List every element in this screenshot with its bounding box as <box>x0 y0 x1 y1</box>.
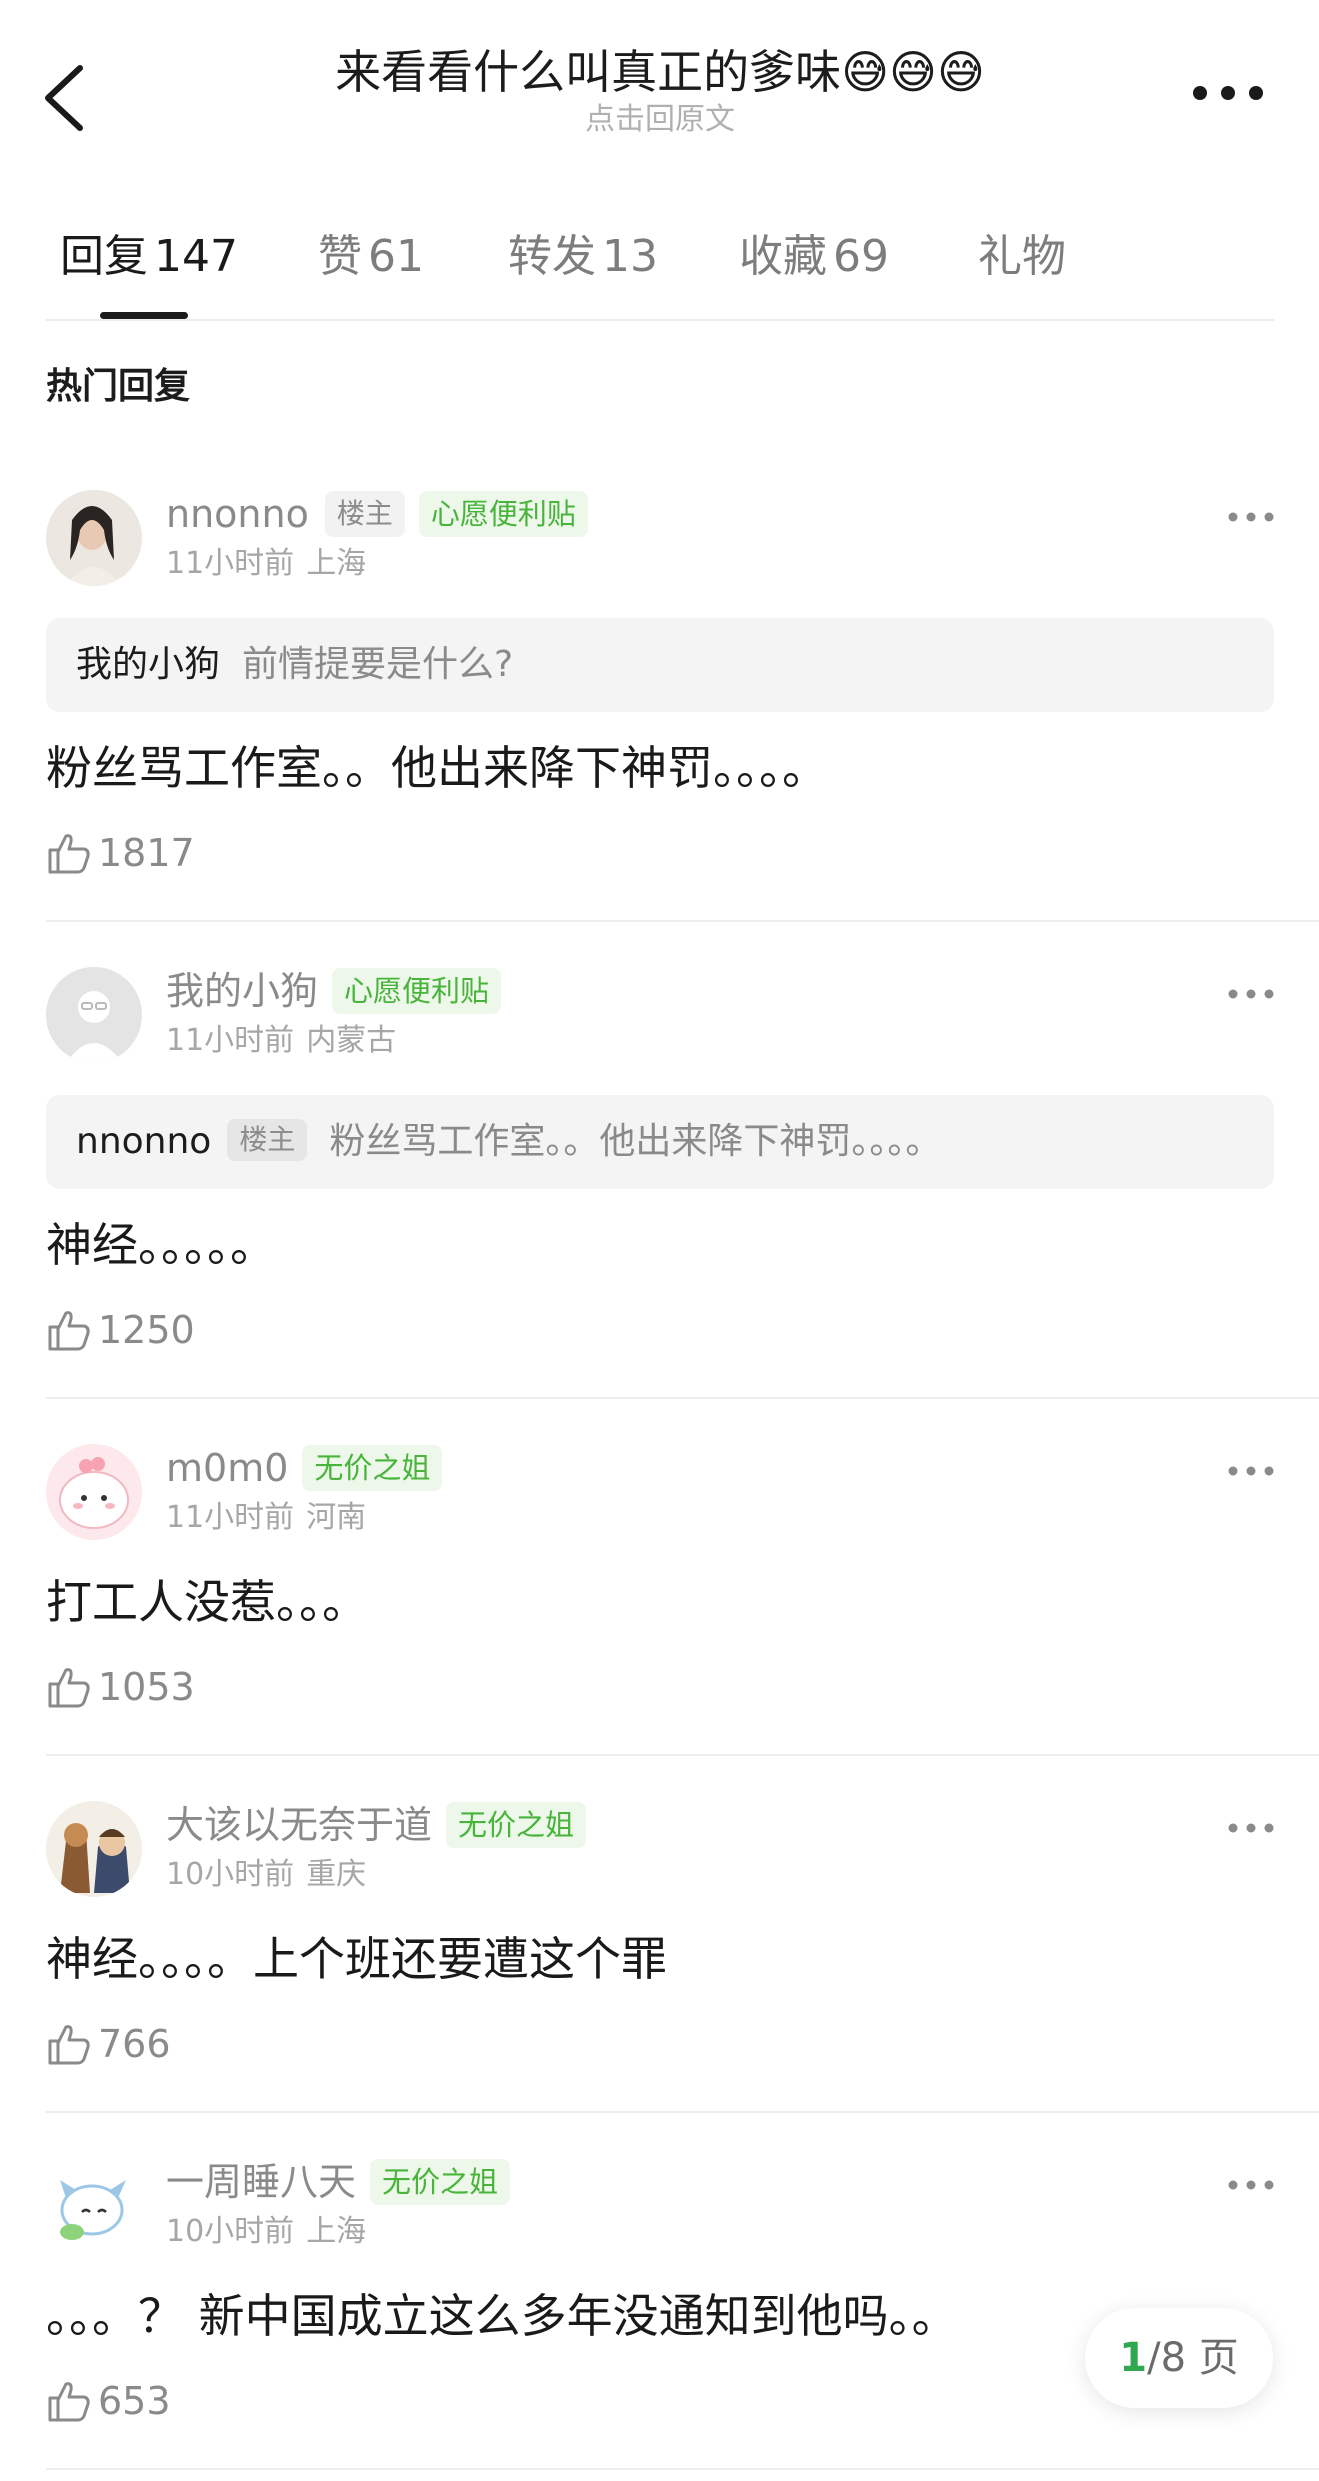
like-button[interactable]: 766 <box>46 2019 171 2069</box>
like-button[interactable]: 1817 <box>46 828 195 878</box>
avatar[interactable] <box>46 967 142 1063</box>
quoted-text: 前情提要是什么? <box>242 644 514 685</box>
comment-more-button[interactable] <box>1228 985 1274 1003</box>
quoted-author: 我的小狗 <box>76 644 221 685</box>
comment-more-button[interactable] <box>1228 508 1274 526</box>
avatar[interactable] <box>46 1444 142 1540</box>
comment-location: 上海 <box>306 2214 367 2249</box>
quoted-reply[interactable]: 我的小狗 前情提要是什么? <box>46 618 1274 712</box>
thumbs-up-icon <box>48 2025 90 2065</box>
comment-divider <box>46 2111 1319 2113</box>
like-count: 1817 <box>98 831 195 875</box>
comment-author: 大该以无奈于道 无价之姐 <box>166 1801 587 1849</box>
comment-text: 打工人没惹。。。 <box>46 1575 368 1629</box>
avatar[interactable] <box>46 2158 142 2254</box>
quoted-reply[interactable]: nnonno 楼主 粉丝骂工作室。。他出来降下神罚。。。。 <box>46 1095 1274 1189</box>
comment-time: 10小时前 <box>166 2214 295 2249</box>
like-count: 766 <box>98 2022 171 2066</box>
page-title[interactable]: 来看看什么叫真正的爹味😅😅😅 <box>180 42 1140 102</box>
chevron-left-icon <box>45 65 83 131</box>
user-badge[interactable]: 心愿便利贴 <box>332 968 502 1014</box>
tab-gifts[interactable]: 礼物 <box>978 222 1066 292</box>
comment-meta: 11小时前 上海 <box>166 544 366 584</box>
like-count: 1250 <box>98 1308 195 1352</box>
tab-replies[interactable]: 回复 147 <box>60 222 238 292</box>
comment-more-button[interactable] <box>1228 1462 1274 1480</box>
comment-divider <box>46 1754 1319 1756</box>
comment-meta: 11小时前 河南 <box>166 1498 366 1538</box>
thumbs-up-icon <box>48 1668 90 1708</box>
owner-badge: 楼主 <box>324 491 405 537</box>
like-count: 653 <box>98 2379 171 2423</box>
comment-location: 上海 <box>306 546 367 581</box>
comment-text: 粉丝骂工作室。。他出来降下神罚。。。。 <box>46 741 828 795</box>
comment-divider <box>46 1397 1319 1399</box>
comment-author: 一周睡八天 无价之姐 <box>166 2158 511 2206</box>
username[interactable]: m0m0 <box>166 1444 288 1492</box>
comment-divider <box>46 920 1319 922</box>
more-icon <box>1228 1823 1274 1833</box>
more-icon <box>1193 86 1263 100</box>
active-tab-indicator <box>100 312 188 319</box>
comment-author: nnonno 楼主 心愿便利贴 <box>166 490 588 538</box>
comment-text: 。。。？ 新中国成立这么多年没通知到他吗。。 <box>46 2289 958 2343</box>
comment-divider <box>46 2468 1319 2470</box>
more-options-button[interactable] <box>1190 76 1266 110</box>
page-indicator[interactable]: 1/8 页 <box>1085 2308 1273 2408</box>
comment-text: 神经。。。。。 <box>46 1218 276 1272</box>
comment-location: 河南 <box>306 1500 367 1535</box>
back-button[interactable] <box>36 50 96 140</box>
comment-time: 11小时前 <box>166 1023 295 1058</box>
user-badge[interactable]: 无价之姐 <box>370 2159 511 2205</box>
like-button[interactable]: 653 <box>46 2376 171 2426</box>
quoted-text: 粉丝骂工作室。。他出来降下神罚。。。。 <box>329 1121 942 1162</box>
comment-meta: 10小时前 重庆 <box>166 1855 366 1895</box>
section-title: 热门回复 <box>46 366 191 407</box>
like-button[interactable]: 1250 <box>46 1305 195 1355</box>
comment-time: 10小时前 <box>166 1857 295 1892</box>
quoted-author: nnonno <box>76 1121 212 1162</box>
thumbs-up-icon <box>48 2382 90 2422</box>
user-badge[interactable]: 无价之姐 <box>446 1802 587 1848</box>
comment-author: m0m0 无价之姐 <box>166 1444 443 1492</box>
tab-reposts[interactable]: 转发 13 <box>508 222 658 292</box>
more-icon <box>1228 2180 1274 2190</box>
thumbs-up-icon <box>48 834 90 874</box>
owner-badge: 楼主 <box>227 1119 308 1161</box>
user-badge[interactable]: 心愿便利贴 <box>418 491 588 537</box>
username[interactable]: 我的小狗 <box>166 967 318 1015</box>
page-total: /8 页 <box>1147 2335 1239 2381</box>
tab-favorites[interactable]: 收藏 69 <box>739 222 889 292</box>
username[interactable]: nnonno <box>166 490 309 538</box>
comment-time: 11小时前 <box>166 546 295 581</box>
comment-author: 我的小狗 心愿便利贴 <box>166 967 502 1015</box>
avatar[interactable] <box>46 490 142 586</box>
comment-location: 重庆 <box>306 1857 367 1892</box>
user-badge[interactable]: 无价之姐 <box>302 1445 443 1491</box>
comment-text: 神经。。。。上个班还要遭这个罪 <box>46 1932 667 1986</box>
back-to-original-link[interactable]: 点击回原文 <box>180 100 1140 140</box>
more-icon <box>1228 512 1274 522</box>
tab-likes[interactable]: 赞 61 <box>318 222 424 292</box>
like-button[interactable]: 1053 <box>46 1662 195 1712</box>
thumbs-up-icon <box>48 1311 90 1351</box>
like-count: 1053 <box>98 1665 195 1709</box>
comment-time: 11小时前 <box>166 1500 295 1535</box>
comment-meta: 10小时前 上海 <box>166 2212 366 2252</box>
tabs-divider <box>46 319 1274 321</box>
more-icon <box>1228 1466 1274 1476</box>
comment-meta: 11小时前 内蒙古 <box>166 1021 396 1061</box>
more-icon <box>1228 989 1274 999</box>
current-page: 1 <box>1119 2335 1148 2381</box>
avatar[interactable] <box>46 1801 142 1897</box>
username[interactable]: 大该以无奈于道 <box>166 1801 432 1849</box>
comment-more-button[interactable] <box>1228 2176 1274 2194</box>
comment-location: 内蒙古 <box>306 1023 397 1058</box>
comment-more-button[interactable] <box>1228 1819 1274 1837</box>
username[interactable]: 一周睡八天 <box>166 2158 356 2206</box>
